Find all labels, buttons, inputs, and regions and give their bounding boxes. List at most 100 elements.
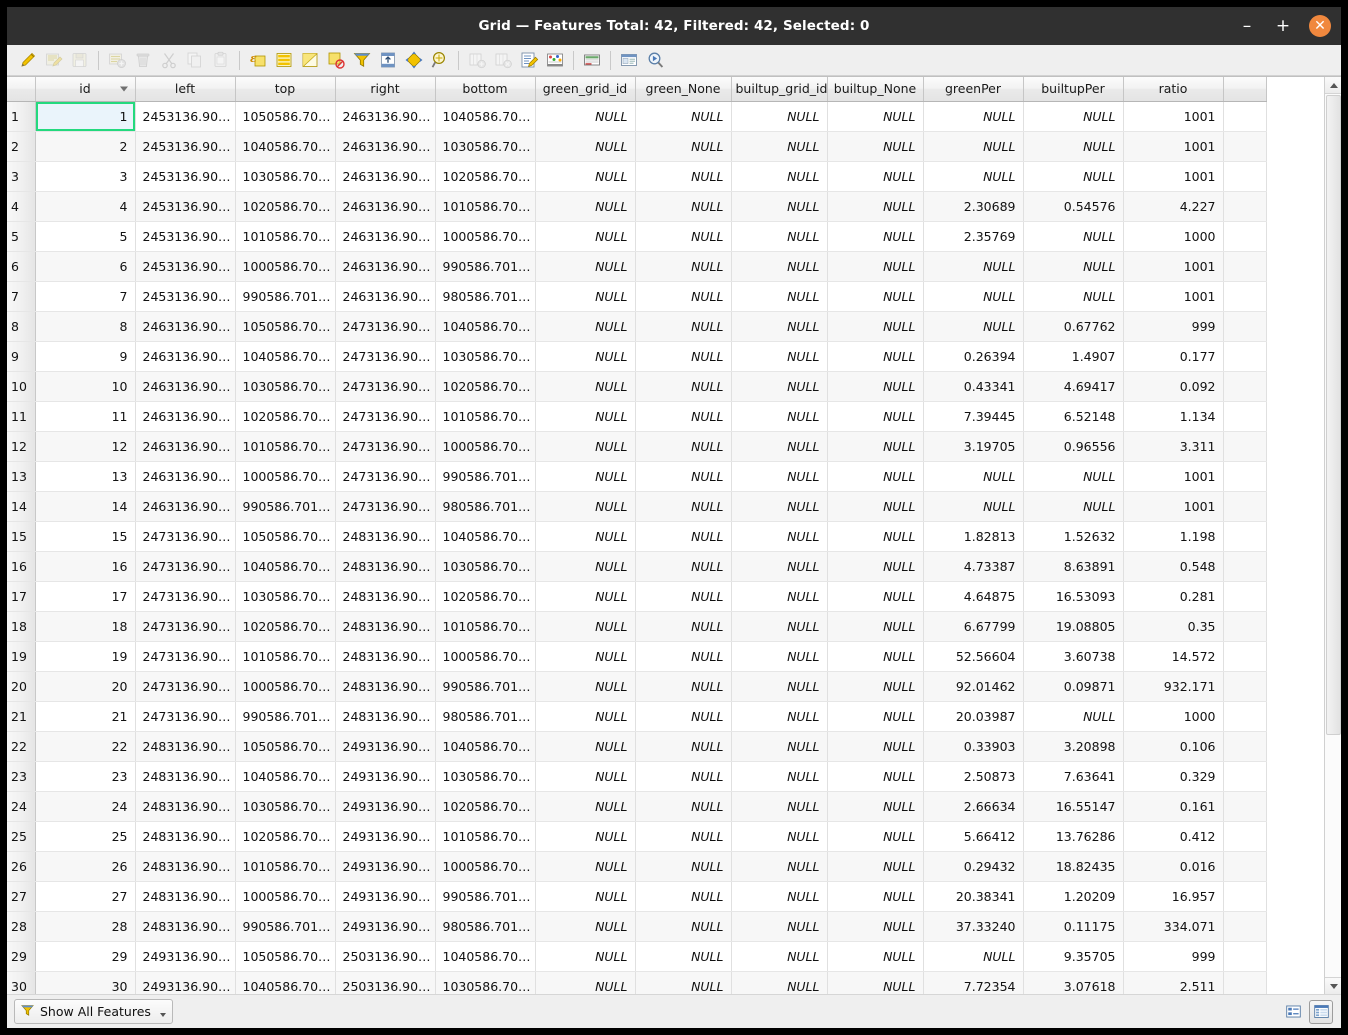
- cell-bottom[interactable]: 1040586.70…: [435, 521, 536, 552]
- cell-builtup-grid-id[interactable]: NULL: [731, 731, 828, 762]
- cell-green-none[interactable]: NULL: [635, 461, 732, 492]
- row-number-header[interactable]: 19: [7, 641, 36, 672]
- cell-left[interactable]: 2483136.90…: [135, 821, 236, 852]
- cell-green-grid-id[interactable]: NULL: [535, 401, 636, 432]
- table-row[interactable]: 22 22 2483136.90… 1050586.70… 2493136.90… 104…: [7, 731, 1267, 762]
- table-row[interactable]: 9 9 2463136.90… 1040586.70… 2473136.90… 10305…: [7, 341, 1267, 372]
- cell-id[interactable]: 13: [35, 461, 136, 492]
- cell-right[interactable]: 2473136.90…: [335, 401, 436, 432]
- cell-ratio[interactable]: 932.171: [1123, 671, 1224, 702]
- cell-top[interactable]: 1010586.70…: [235, 851, 336, 882]
- cell-green-grid-id[interactable]: NULL: [535, 701, 636, 732]
- cell-ratio[interactable]: 0.281: [1123, 581, 1224, 612]
- cell-builtup-none[interactable]: NULL: [827, 401, 924, 432]
- cell-green-none[interactable]: NULL: [635, 191, 732, 222]
- cell-ratio[interactable]: 0.092: [1123, 371, 1224, 402]
- cell-green-none[interactable]: NULL: [635, 581, 732, 612]
- table-row[interactable]: 18 18 2473136.90… 1020586.70… 2483136.90… 101…: [7, 611, 1267, 642]
- cell-bottom[interactable]: 1030586.70…: [435, 341, 536, 372]
- cell-id[interactable]: 11: [35, 401, 136, 432]
- cell-green-none[interactable]: NULL: [635, 551, 732, 582]
- column-header-greenper[interactable]: greenPer: [923, 77, 1024, 102]
- cell-builtup-none[interactable]: NULL: [827, 851, 924, 882]
- cell-id[interactable]: 9: [35, 341, 136, 372]
- row-number-header[interactable]: 13: [7, 461, 36, 492]
- cell-builtup-grid-id[interactable]: NULL: [731, 971, 828, 994]
- cell-builtup-grid-id[interactable]: NULL: [731, 101, 828, 132]
- cell-right[interactable]: 2473136.90…: [335, 491, 436, 522]
- row-number-header[interactable]: 21: [7, 701, 36, 732]
- table-row[interactable]: 1 1 2453136.90… 1050586.70… 2463136.90… 10405…: [7, 101, 1267, 132]
- cell-left[interactable]: 2463136.90…: [135, 461, 236, 492]
- cell-green-grid-id[interactable]: NULL: [535, 791, 636, 822]
- cell-right[interactable]: 2463136.90…: [335, 191, 436, 222]
- cell-left[interactable]: 2473136.90…: [135, 701, 236, 732]
- cell-top[interactable]: 990586.701…: [235, 701, 336, 732]
- cell-green-none[interactable]: NULL: [635, 941, 732, 972]
- cell-builtup-none[interactable]: NULL: [827, 881, 924, 912]
- cell-ratio[interactable]: 1000: [1123, 221, 1224, 252]
- cell-green-grid-id[interactable]: NULL: [535, 281, 636, 312]
- cell-id[interactable]: 20: [35, 671, 136, 702]
- cell-builtup-grid-id[interactable]: NULL: [731, 701, 828, 732]
- cell-builtup-none[interactable]: NULL: [827, 461, 924, 492]
- cell-green-grid-id[interactable]: NULL: [535, 341, 636, 372]
- cell-id[interactable]: 21: [35, 701, 136, 732]
- cell-greenper[interactable]: NULL: [923, 311, 1024, 342]
- cell-green-grid-id[interactable]: NULL: [535, 251, 636, 282]
- cell-top[interactable]: 1020586.70…: [235, 611, 336, 642]
- cell-left[interactable]: 2463136.90…: [135, 431, 236, 462]
- cell-greenper[interactable]: 2.30689: [923, 191, 1024, 222]
- cell-builtup-grid-id[interactable]: NULL: [731, 851, 828, 882]
- table-row[interactable]: 11 11 2463136.90… 1020586.70… 2473136.90… 101…: [7, 401, 1267, 432]
- cell-right[interactable]: 2473136.90…: [335, 341, 436, 372]
- cell-left[interactable]: 2463136.90…: [135, 371, 236, 402]
- cell-top[interactable]: 1010586.70…: [235, 641, 336, 672]
- cell-green-grid-id[interactable]: NULL: [535, 641, 636, 672]
- cell-left[interactable]: 2483136.90…: [135, 851, 236, 882]
- cell-builtup-grid-id[interactable]: NULL: [731, 881, 828, 912]
- cell-green-none[interactable]: NULL: [635, 101, 732, 132]
- cell-builtup-grid-id[interactable]: NULL: [731, 131, 828, 162]
- cell-id[interactable]: 28: [35, 911, 136, 942]
- cell-ratio[interactable]: 0.016: [1123, 851, 1224, 882]
- cell-green-grid-id[interactable]: NULL: [535, 191, 636, 222]
- cell-bottom[interactable]: 1040586.70…: [435, 731, 536, 762]
- cell-ratio[interactable]: 4.227: [1123, 191, 1224, 222]
- cell-builtup-none[interactable]: NULL: [827, 371, 924, 402]
- cell-id[interactable]: 25: [35, 821, 136, 852]
- table-row[interactable]: 12 12 2463136.90… 1010586.70… 2473136.90… 100…: [7, 431, 1267, 462]
- table-row[interactable]: 25 25 2483136.90… 1020586.70… 2493136.90… 101…: [7, 821, 1267, 852]
- cell-id[interactable]: 12: [35, 431, 136, 462]
- cell-builtup-grid-id[interactable]: NULL: [731, 161, 828, 192]
- cell-left[interactable]: 2453136.90…: [135, 161, 236, 192]
- cell-green-none[interactable]: NULL: [635, 851, 732, 882]
- cell-top[interactable]: 1000586.70…: [235, 881, 336, 912]
- cell-builtup-grid-id[interactable]: NULL: [731, 491, 828, 522]
- cell-bottom[interactable]: 1020586.70…: [435, 371, 536, 402]
- cell-green-none[interactable]: NULL: [635, 881, 732, 912]
- cell-builtupper[interactable]: 0.67762: [1023, 311, 1124, 342]
- cell-builtupper[interactable]: 18.82435: [1023, 851, 1124, 882]
- cell-greenper[interactable]: 4.73387: [923, 551, 1024, 582]
- cell-builtup-none[interactable]: NULL: [827, 821, 924, 852]
- cell-builtup-none[interactable]: NULL: [827, 521, 924, 552]
- cell-green-none[interactable]: NULL: [635, 341, 732, 372]
- cell-top[interactable]: 1020586.70…: [235, 191, 336, 222]
- table-row[interactable]: 29 29 2493136.90… 1050586.70… 2503136.90… 104…: [7, 941, 1267, 972]
- cell-green-grid-id[interactable]: NULL: [535, 221, 636, 252]
- cell-right[interactable]: 2503136.90…: [335, 941, 436, 972]
- cell-builtup-none[interactable]: NULL: [827, 311, 924, 342]
- cell-ratio[interactable]: 1001: [1123, 461, 1224, 492]
- cell-builtup-grid-id[interactable]: NULL: [731, 371, 828, 402]
- cell-ratio[interactable]: 0.548: [1123, 551, 1224, 582]
- cell-green-none[interactable]: NULL: [635, 971, 732, 994]
- cell-greenper[interactable]: NULL: [923, 491, 1024, 522]
- table-row[interactable]: 17 17 2473136.90… 1030586.70… 2483136.90… 102…: [7, 581, 1267, 612]
- cell-builtupper[interactable]: 16.55147: [1023, 791, 1124, 822]
- cell-left[interactable]: 2453136.90…: [135, 251, 236, 282]
- scrollbar-thumb[interactable]: [1326, 95, 1341, 735]
- cell-builtup-none[interactable]: NULL: [827, 731, 924, 762]
- cell-builtupper[interactable]: 0.54576: [1023, 191, 1124, 222]
- table-row[interactable]: 10 10 2463136.90… 1030586.70… 2473136.90… 102…: [7, 371, 1267, 402]
